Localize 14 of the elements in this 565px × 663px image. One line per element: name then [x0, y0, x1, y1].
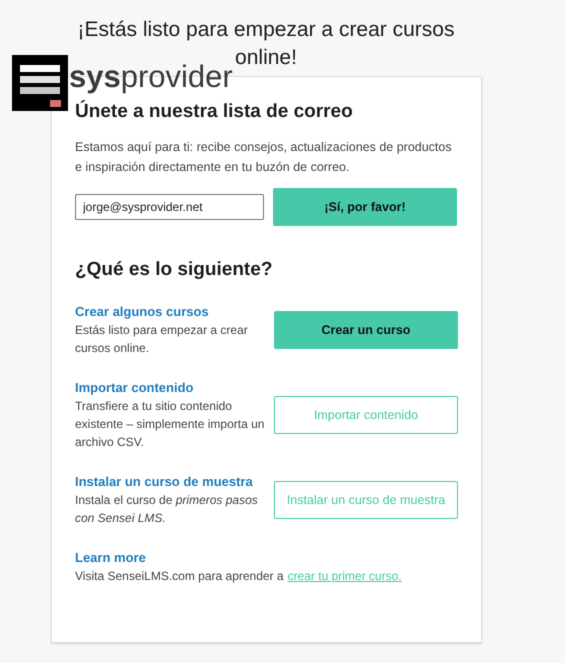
step-button[interactable]: Crear un curso — [274, 311, 458, 349]
step-title: Learn more — [75, 549, 147, 567]
intro-text: Estamos aquí para ti: recibe consejos, actualizaciones de productos e inspiración directamente en tu buzón de correo. — [75, 139, 453, 176]
section-title: ¿Qué es lo siguiente? — [75, 258, 274, 282]
section-title: Únete a nuestra lista de correo — [75, 99, 354, 124]
step-text: Instala el curso de primeros pasos con Sensei LMS. — [75, 492, 259, 527]
step-text: Visita SenseiLMS.com para aprender a crear tu primer curso. — [75, 568, 402, 585]
step-title: Instalar un curso de muestra — [75, 473, 254, 491]
subscribe-button[interactable]: ¡Sí, por favor! — [273, 188, 457, 226]
email-field[interactable]: jorge@sysprovider.net — [75, 194, 264, 220]
step-title: Crear algunos cursos — [75, 303, 210, 321]
step-text: Transfiere a tu sitio contenido existente – simplemente importa un archivo CSV. — [75, 398, 265, 451]
step-title: Importar contenido — [75, 379, 194, 397]
step-text: Estás listo para empezar a crear cursos online. — [75, 322, 249, 357]
